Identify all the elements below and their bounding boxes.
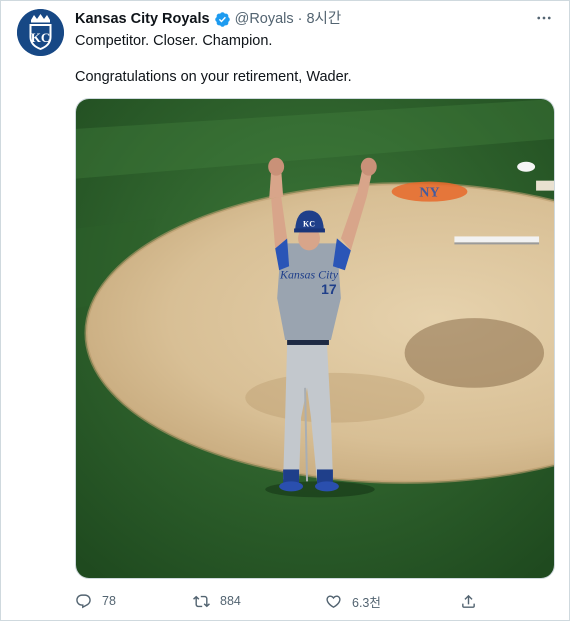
- tweet-header: Kansas City Royals @Royals · 8시간: [75, 10, 341, 28]
- svg-text:NY: NY: [419, 186, 439, 201]
- tweet-photo[interactable]: NY Kansas City 17 KC: [75, 98, 555, 579]
- heart-icon: [326, 594, 341, 608]
- retweet-button[interactable]: 884: [193, 593, 241, 610]
- display-name[interactable]: Kansas City Royals: [75, 10, 210, 28]
- tweet-card[interactable]: KC Kansas City Royals @Royals · 8시간 Comp…: [0, 0, 570, 621]
- separator-dot: ·: [297, 11, 303, 27]
- avatar[interactable]: KC: [17, 9, 64, 56]
- retweet-count: 884: [220, 594, 241, 608]
- reply-icon: [76, 593, 91, 608]
- tweet-bio-line: Competitor. Closer. Champion.: [75, 33, 273, 49]
- jersey-number: 17: [321, 281, 337, 297]
- tweet-timestamp[interactable]: 8시간: [306, 10, 341, 28]
- tweet-text: Congratulations on your retirement, Wade…: [75, 69, 352, 85]
- pitcher-celebrating-photo: NY Kansas City 17 KC: [76, 99, 554, 578]
- author-handle[interactable]: @Royals: [235, 10, 294, 28]
- avatar-monogram: KC: [31, 30, 51, 45]
- more-options-icon[interactable]: [533, 7, 555, 29]
- share-button[interactable]: [460, 593, 477, 610]
- reply-button[interactable]: 78: [75, 593, 116, 610]
- like-button[interactable]: 6.3천: [325, 592, 381, 611]
- like-count: 6.3천: [352, 595, 381, 610]
- verified-badge-icon: [214, 11, 231, 28]
- reply-count: 78: [102, 594, 116, 608]
- share-icon: [462, 594, 475, 608]
- svg-text:Kansas City: Kansas City: [279, 267, 339, 281]
- tweet-actions: 78 884 6.3천: [75, 590, 485, 612]
- svg-text:KC: KC: [303, 219, 315, 228]
- retweet-icon: [193, 595, 210, 607]
- royals-kc-logo-icon: KC: [17, 9, 64, 56]
